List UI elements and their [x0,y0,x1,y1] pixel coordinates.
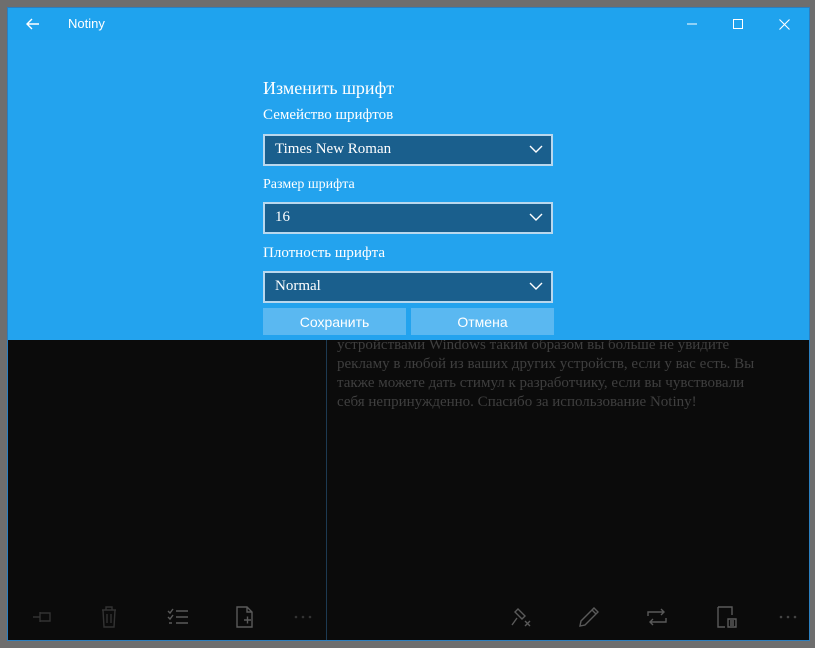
minimize-button[interactable] [669,8,715,40]
note-line: также можете дать стимул к разработчику,… [337,375,745,391]
checklist-button[interactable] [163,604,193,630]
unpin-button[interactable] [506,604,536,630]
back-arrow-icon [26,18,39,30]
chevron-down-icon [529,213,543,221]
close-button[interactable] [761,8,807,40]
edit-icon [579,607,599,627]
font-size-select[interactable]: 16 [263,202,553,234]
more-button[interactable] [288,604,318,630]
chevron-down-icon [529,282,543,290]
font-family-select[interactable]: Times New Roman [263,134,553,166]
font-family-value: Times New Roman [275,141,392,157]
note-settings-icon [717,606,737,628]
font-size-label: Размер шрифта [263,177,355,192]
maximize-icon [733,19,743,29]
pin-icon [33,612,51,622]
minimize-icon [687,23,697,25]
back-button[interactable] [18,13,48,35]
note-text[interactable]: устройствами Windows таким образом вы бо… [337,336,777,412]
save-button[interactable]: Сохранить [263,308,406,335]
chevron-down-icon [529,145,543,153]
delete-button[interactable] [94,604,124,630]
delete-icon [102,606,116,628]
list-toolbar [8,594,326,640]
more-icon [294,615,312,619]
note-line: рекламу в любой из ваших других устройст… [337,356,755,372]
cancel-button[interactable]: Отмена [411,308,554,335]
sync-icon [647,608,667,626]
app-window: Notiny устройствами Windows таким образо… [7,7,810,641]
close-icon [778,18,790,30]
font-size-value: 16 [275,209,290,225]
app-title: Notiny [68,16,105,31]
font-weight-select[interactable]: Normal [263,271,553,303]
font-weight-label: Плотность шрифта [263,245,386,261]
edit-button[interactable] [574,604,604,630]
maximize-button[interactable] [715,8,761,40]
checklist-icon [167,608,188,624]
new-note-button[interactable] [230,604,260,630]
sync-button[interactable] [642,604,672,630]
note-line: себя непринужденно. Спасибо за использов… [337,394,697,410]
note-settings-button[interactable] [711,604,741,630]
unpin-icon [511,608,531,627]
new-note-icon [236,606,253,628]
dialog-title: Изменить шрифт [263,78,395,98]
editor-toolbar [327,594,809,640]
font-family-label: Семейство шрифтов [263,107,394,123]
more-icon [779,615,797,619]
font-weight-value: Normal [275,278,321,294]
pin-button[interactable] [28,604,58,630]
more-button[interactable] [773,604,803,630]
title-bar: Notiny [8,8,809,40]
change-font-dialog: Изменить шрифт Семейство шрифтов Times N… [8,40,809,340]
